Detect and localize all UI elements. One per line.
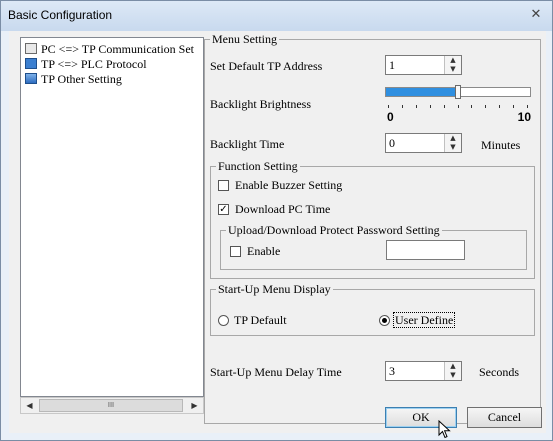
tp-default-label: TP Default xyxy=(234,313,287,327)
tree-item-tp-plc-protocol[interactable]: TP <=> PLC Protocol xyxy=(25,57,147,72)
spinner-arrows-icon[interactable]: ▲ ▼ xyxy=(444,56,461,74)
spinner-arrows-icon[interactable]: ▲ ▼ xyxy=(444,362,461,380)
title-bar[interactable]: Basic Configuration ✕ xyxy=(1,1,552,31)
scroll-left-icon[interactable]: ◀ xyxy=(22,399,37,412)
tp-address-spinner[interactable]: 1 ▲ ▼ xyxy=(385,55,462,75)
user-define-label: User Define xyxy=(392,312,456,328)
slider-fill xyxy=(386,88,456,96)
password-enable-label: Enable xyxy=(247,244,281,258)
tp-address-value[interactable]: 1 xyxy=(389,58,395,72)
slider-tick xyxy=(499,105,500,108)
cancel-button[interactable]: Cancel xyxy=(467,407,542,428)
slider-tick xyxy=(388,105,389,108)
slider-tick xyxy=(458,105,459,108)
other-setting-icon xyxy=(25,73,37,84)
tree-item-label: TP Other Setting xyxy=(41,72,122,86)
startup-delay-value[interactable]: 3 xyxy=(389,364,395,378)
startup-delay-label: Start-Up Menu Delay Time xyxy=(210,365,342,379)
tree-item-label: PC <=> TP Communication Set xyxy=(41,42,194,56)
buzzer-label: Enable Buzzer Setting xyxy=(235,178,343,192)
slider-tick xyxy=(416,105,417,108)
startup-delay-spinner[interactable]: 3 ▲ ▼ xyxy=(385,361,462,381)
dialog-window: Basic Configuration ✕ PC <=> TP Communic… xyxy=(0,0,553,441)
backlight-brightness-label: Backlight Brightness xyxy=(210,97,311,111)
slider-max-label: 10 xyxy=(517,110,531,124)
tree-item-label: TP <=> PLC Protocol xyxy=(41,57,147,71)
download-pc-time-checkbox[interactable]: ✓ xyxy=(218,204,229,215)
slider-tick xyxy=(527,105,528,108)
tp-address-label: Set Default TP Address xyxy=(210,59,323,73)
backlight-time-unit: Minutes xyxy=(481,138,521,152)
dialog-body: PC <=> TP Communication Set TP <=> PLC P… xyxy=(9,31,546,433)
function-setting-label: Function Setting xyxy=(216,159,300,173)
tree-horizontal-scrollbar[interactable]: ◀ III ▶ xyxy=(20,397,204,414)
password-group-label: Upload/Download Protect Password Setting xyxy=(226,223,442,237)
buzzer-checkbox[interactable] xyxy=(218,180,229,191)
slider-thumb[interactable] xyxy=(455,85,461,99)
user-define-radio[interactable] xyxy=(379,315,390,326)
tree-item-pc-tp-communication[interactable]: PC <=> TP Communication Set xyxy=(25,42,194,57)
startup-delay-unit: Seconds xyxy=(479,365,519,379)
slider-tick xyxy=(471,105,472,108)
backlight-time-spinner[interactable]: 0 ▲ ▼ xyxy=(385,133,462,153)
startup-menu-label: Start-Up Menu Display xyxy=(216,282,333,296)
slider-tick xyxy=(485,105,486,108)
backlight-time-value[interactable]: 0 xyxy=(389,136,395,150)
scroll-right-icon[interactable]: ▶ xyxy=(187,399,202,412)
spinner-arrows-icon[interactable]: ▲ ▼ xyxy=(444,134,461,152)
close-icon[interactable]: ✕ xyxy=(528,7,544,23)
scroll-thumb[interactable]: III xyxy=(39,399,183,412)
download-pc-time-label: Download PC Time xyxy=(235,202,331,216)
brightness-slider[interactable]: 0 10 xyxy=(385,85,531,123)
mouse-pointer-icon xyxy=(438,420,451,439)
password-input[interactable] xyxy=(386,240,465,260)
tree-item-tp-other-setting[interactable]: TP Other Setting xyxy=(25,72,122,87)
menu-setting-label: Menu Setting xyxy=(210,32,279,46)
tp-default-radio[interactable] xyxy=(218,315,229,326)
backlight-time-label: Backlight Time xyxy=(210,137,285,151)
slider-tick xyxy=(513,105,514,108)
slider-min-label: 0 xyxy=(387,110,394,124)
slider-tick xyxy=(444,105,445,108)
plc-protocol-icon xyxy=(25,58,37,69)
password-enable-checkbox[interactable] xyxy=(230,246,241,257)
pc-comm-icon xyxy=(25,43,37,54)
slider-tick xyxy=(430,105,431,108)
settings-tree: PC <=> TP Communication Set TP <=> PLC P… xyxy=(20,37,204,397)
slider-tick xyxy=(402,105,403,108)
window-title: Basic Configuration xyxy=(8,8,113,22)
